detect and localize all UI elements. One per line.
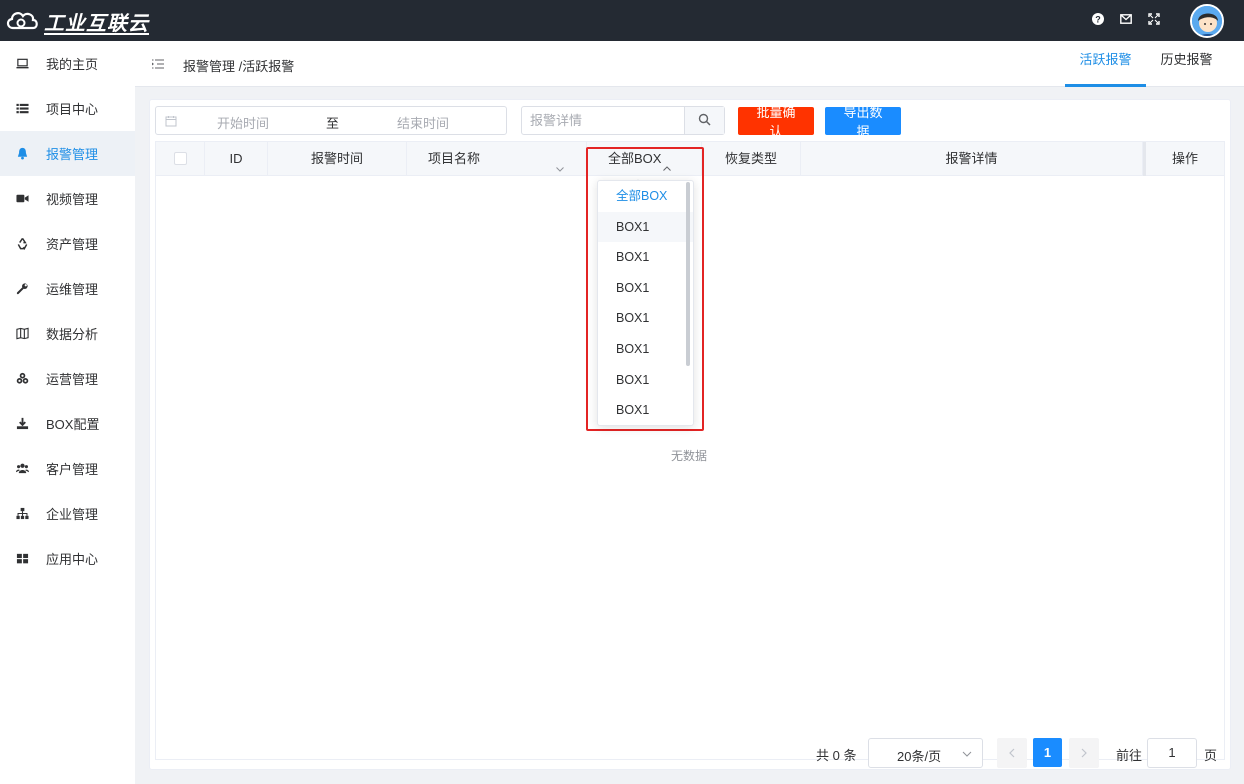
map-icon [14, 326, 30, 342]
sidebar-item-label: 资产管理 [46, 237, 99, 252]
users-icon [14, 461, 30, 477]
sidebar-item-label: 运营管理 [46, 372, 99, 387]
sidebar-item-label: 视频管理 [46, 192, 99, 207]
cloud-logo-icon [4, 8, 40, 35]
column-header-action: 操作 [1143, 142, 1224, 176]
empty-text: 无数据 [671, 449, 708, 463]
sidebar-item-video[interactable]: 视频管理 [0, 176, 135, 221]
select-all-cell [156, 142, 205, 176]
start-time-input[interactable]: 开始时间 [217, 113, 269, 132]
sidebar-item-enterprise[interactable]: 企业管理 [0, 491, 135, 536]
export-data-button[interactable]: 导出数据 [825, 105, 901, 139]
sidebar-item-home[interactable]: 我的主页 [0, 41, 135, 86]
page-size-select[interactable]: 20条/页 [868, 738, 983, 768]
box-filter-dropdown: 全部BOX BOX1 BOX1 BOX1 BOX1 BOX1 BOX1 BOX1 [597, 180, 694, 426]
next-page-button[interactable] [1069, 738, 1099, 768]
laptop-icon [14, 56, 30, 72]
dropdown-option[interactable]: BOX1 [598, 242, 693, 273]
sidebar-item-label: 运维管理 [46, 282, 99, 297]
column-label: 项目名称 [428, 151, 481, 166]
sidebar-item-projects[interactable]: 项目中心 [0, 86, 135, 131]
date-range-picker[interactable]: 开始时间 至 结束时间 [155, 106, 507, 135]
user-avatar[interactable] [1190, 4, 1224, 38]
sidebar-item-analytics[interactable]: 数据分析 [0, 311, 135, 356]
video-camera-icon [14, 191, 30, 207]
chevron-left-icon [1009, 748, 1015, 758]
sidebar-item-assets[interactable]: 资产管理 [0, 221, 135, 266]
tab-active-alarms[interactable]: 活跃报警 [1065, 41, 1146, 87]
dropdown-option[interactable]: BOX1 [598, 334, 693, 365]
column-header-alarm-time: 报警时间 [268, 142, 407, 176]
logo[interactable]: 工业互联云 [4, 7, 149, 35]
range-separator: 至 [326, 116, 340, 131]
dropdown-option[interactable]: BOX1 [598, 211, 693, 243]
dropdown-option[interactable]: BOX1 [598, 395, 693, 425]
grid-icon [14, 551, 30, 567]
chevron-down-icon [962, 751, 972, 757]
sidebar-item-app-center[interactable]: 应用中心 [0, 536, 135, 581]
page-number-current[interactable]: 1 [1033, 738, 1062, 767]
dropdown-option[interactable]: BOX1 [598, 303, 693, 334]
sidebar-item-operations[interactable]: 运营管理 [0, 356, 135, 401]
recycle-icon [14, 236, 30, 252]
page-size-value: 20条/页 [897, 749, 942, 764]
sitemap-icon [14, 506, 30, 522]
goto-page-input[interactable]: 1 [1147, 738, 1197, 768]
sidebar: 我的主页 项目中心 报警管理 视频管理 资产管理 运维管理 数据分析 运营管理 … [0, 41, 135, 784]
fullscreen-icon[interactable] [1146, 11, 1162, 27]
list-icon [14, 101, 30, 117]
column-header-project-name[interactable]: 项目名称 [407, 142, 587, 176]
sidebar-item-label: 报警管理 [46, 147, 99, 162]
chevron-right-icon [1081, 748, 1087, 758]
sidebar-item-label: 应用中心 [46, 552, 99, 567]
calendar-icon [165, 115, 177, 127]
breadcrumb: 报警管理 /活跃报警 [183, 59, 295, 74]
page-suffix: 页 [1204, 748, 1218, 763]
prev-page-button[interactable] [997, 738, 1027, 768]
goto-label: 前往 [1116, 748, 1143, 763]
sidebar-item-alarms[interactable]: 报警管理 [0, 131, 135, 176]
column-header-alarm-detail: 报警详情 [801, 142, 1143, 176]
logo-text: 工业互联云 [44, 12, 149, 35]
end-time-input[interactable]: 结束时间 [397, 113, 449, 132]
alarm-detail-search [521, 106, 725, 135]
download-icon [14, 416, 30, 432]
sidebar-item-label: 企业管理 [46, 507, 99, 522]
sidebar-item-customers[interactable]: 客户管理 [0, 446, 135, 491]
dropdown-option[interactable]: 全部BOX [598, 181, 693, 212]
svg-text:?: ? [1095, 15, 1101, 25]
dropdown-option[interactable]: BOX1 [598, 273, 693, 304]
sidebar-item-label: 客户管理 [46, 462, 99, 477]
column-header-recovery-type: 恢复类型 [702, 142, 801, 176]
sidebar-item-label: 我的主页 [46, 57, 99, 72]
page-header: 报警管理 /活跃报警 活跃报警 历史报警 [135, 41, 1244, 87]
column-header-id: ID [205, 142, 268, 176]
total-count: 共 0 条 [816, 748, 857, 763]
sidebar-item-label: 数据分析 [46, 327, 99, 342]
sidebar-item-box-config[interactable]: BOX配置 [0, 401, 135, 446]
mail-icon[interactable] [1118, 11, 1134, 27]
top-bar: 工业互联云 ? [0, 0, 1244, 41]
batch-confirm-button[interactable]: 批量确认 [738, 105, 814, 139]
menu-fold-icon[interactable] [151, 57, 165, 71]
chevron-down-icon [555, 153, 565, 172]
sidebar-item-label: 项目中心 [46, 102, 99, 117]
select-all-checkbox[interactable] [174, 152, 187, 165]
search-input[interactable] [522, 107, 686, 134]
bell-icon [14, 146, 30, 162]
search-icon [698, 113, 711, 129]
dropdown-scrollbar[interactable] [686, 182, 690, 366]
sidebar-item-maintenance[interactable]: 运维管理 [0, 266, 135, 311]
help-icon[interactable]: ? [1090, 11, 1106, 27]
sidebar-item-label: BOX配置 [46, 417, 100, 432]
wrench-icon [14, 281, 30, 297]
dropdown-option[interactable]: BOX1 [598, 365, 693, 396]
search-button[interactable] [684, 107, 724, 134]
cubes-icon [14, 371, 30, 387]
tab-history-alarms[interactable]: 历史报警 [1146, 41, 1227, 87]
